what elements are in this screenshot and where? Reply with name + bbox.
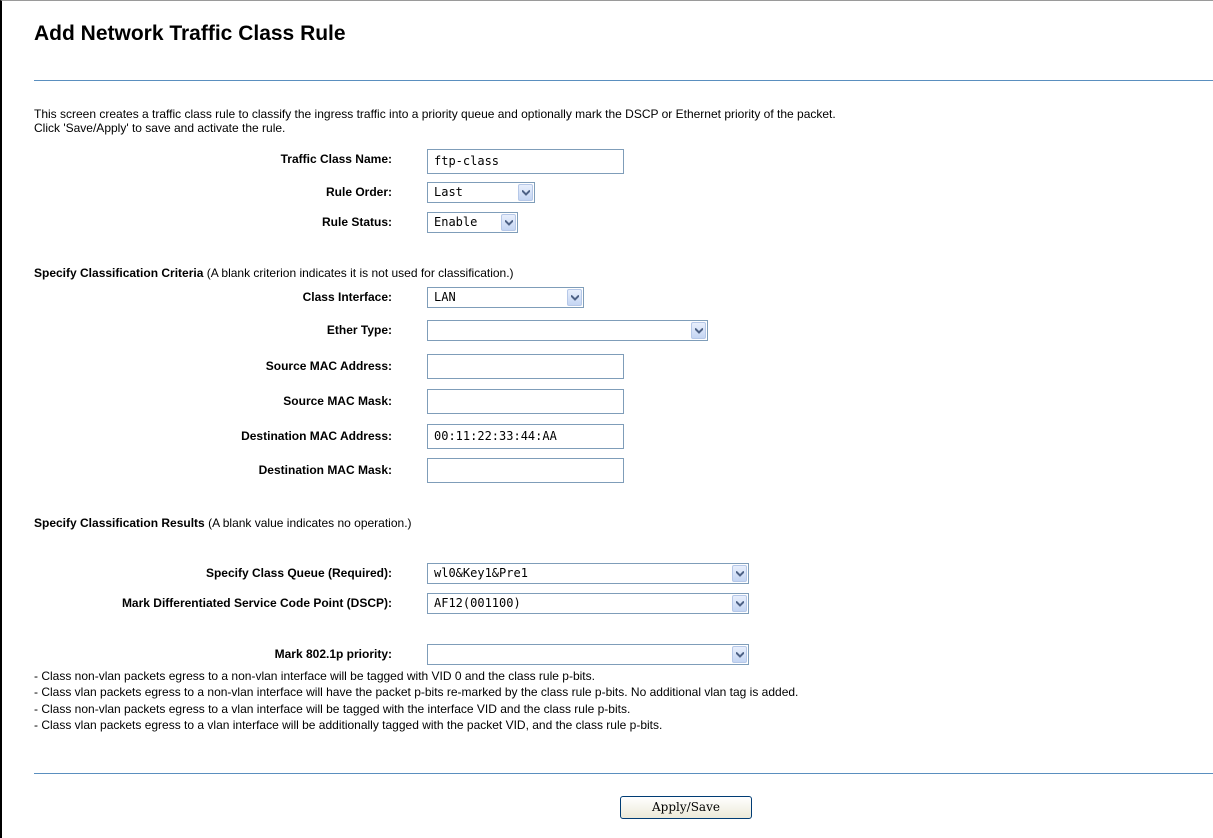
note-line: - Class vlan packets egress to a vlan in… xyxy=(34,718,663,732)
source-mac-mask-label: Source MAC Mask: xyxy=(283,394,392,408)
dscp-label: Mark Differentiated Service Code Point (… xyxy=(121,596,392,610)
chevron-down-icon[interactable] xyxy=(691,322,706,339)
class-interface-select[interactable]: LAN xyxy=(427,287,584,308)
class-queue-select[interactable]: wl0&Key1&Pre1 xyxy=(427,563,749,584)
ether-type-label: Ether Type: xyxy=(326,323,392,337)
priority-select[interactable] xyxy=(427,644,749,665)
class-queue-value: wl0&Key1&Pre1 xyxy=(434,566,528,580)
note-line: - Class vlan packets egress to a non-vla… xyxy=(34,685,799,699)
priority-label: Mark 802.1p priority: xyxy=(274,647,392,661)
class-queue-label: Specify Class Queue (Required): xyxy=(205,566,392,580)
note-line: - Class non-vlan packets egress to a vla… xyxy=(34,702,631,716)
rule-status-value: Enable xyxy=(434,215,478,229)
class-interface-value: LAN xyxy=(434,290,456,304)
class-interface-label: Class Interface: xyxy=(302,290,392,304)
results-heading: Specify Classification Results (A blank … xyxy=(34,516,412,530)
destination-mac-mask-label: Destination MAC Mask: xyxy=(258,463,392,477)
chevron-down-icon[interactable] xyxy=(567,289,582,306)
criteria-heading: Specify Classification Criteria (A blank… xyxy=(34,266,514,280)
chevron-down-icon[interactable] xyxy=(732,646,747,663)
dscp-value: AF12(001100) xyxy=(434,596,521,610)
chevron-down-icon[interactable] xyxy=(732,595,747,612)
ether-type-select[interactable] xyxy=(427,320,708,341)
rule-status-select[interactable]: Enable xyxy=(427,212,518,233)
criteria-heading-bold: Specify Classification Criteria xyxy=(34,266,204,280)
results-heading-note: (A blank value indicates no operation.) xyxy=(204,516,412,530)
page-title: Add Network Traffic Class Rule xyxy=(34,22,346,45)
apply-save-button[interactable]: Apply/Save xyxy=(620,796,752,819)
chevron-down-icon[interactable] xyxy=(501,214,516,231)
rule-order-value: Last xyxy=(434,185,463,199)
rule-status-label: Rule Status: xyxy=(321,215,392,229)
source-mac-address-input[interactable] xyxy=(427,354,624,379)
source-mac-mask-input[interactable] xyxy=(427,389,624,414)
traffic-class-name-input[interactable]: ftp-class xyxy=(427,149,624,174)
intro-text-2: Click 'Save/Apply' to save and activate … xyxy=(34,121,286,135)
destination-mac-address-input[interactable]: 00:11:22:33:44:AA xyxy=(427,424,624,449)
results-heading-bold: Specify Classification Results xyxy=(34,516,205,530)
dscp-select[interactable]: AF12(001100) xyxy=(427,593,749,614)
chevron-down-icon[interactable] xyxy=(518,184,533,201)
rule-order-label: Rule Order: xyxy=(325,185,392,199)
criteria-heading-note: (A blank criterion indicates it is not u… xyxy=(203,266,514,280)
rule-order-select[interactable]: Last xyxy=(427,182,535,203)
destination-mac-address-label: Destination MAC Address: xyxy=(241,429,392,443)
top-divider xyxy=(34,80,1213,81)
destination-mac-mask-input[interactable] xyxy=(427,458,624,483)
source-mac-address-label: Source MAC Address: xyxy=(265,359,392,373)
intro-text: This screen creates a traffic class rule… xyxy=(34,107,836,121)
chevron-down-icon[interactable] xyxy=(732,565,747,582)
bottom-divider xyxy=(34,773,1213,774)
traffic-class-name-label: Traffic Class Name: xyxy=(280,152,392,166)
note-line: - Class non-vlan packets egress to a non… xyxy=(34,669,595,683)
